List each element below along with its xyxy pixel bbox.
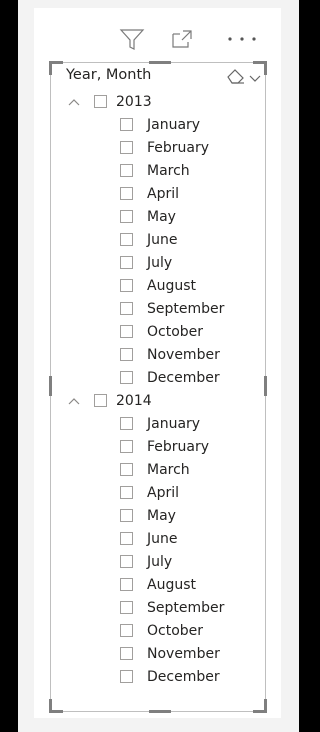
month-label: June: [147, 231, 178, 248]
month-row[interactable]: March: [62, 159, 262, 182]
month-label: April: [147, 185, 179, 202]
month-label: July: [147, 254, 173, 271]
month-label: September: [147, 599, 225, 616]
month-label: July: [147, 553, 173, 570]
slicer-header-icons: [226, 66, 264, 88]
month-label: February: [147, 139, 210, 156]
checkbox[interactable]: [120, 578, 133, 591]
checkbox[interactable]: [120, 187, 133, 200]
month-row[interactable]: November: [62, 343, 262, 366]
month-row[interactable]: June: [62, 527, 262, 550]
checkbox[interactable]: [120, 348, 133, 361]
checkbox[interactable]: [120, 302, 133, 315]
month-row[interactable]: September: [62, 596, 262, 619]
checkbox[interactable]: [120, 233, 133, 246]
month-label: May: [147, 507, 176, 524]
checkbox[interactable]: [120, 371, 133, 384]
eraser-icon[interactable]: [226, 68, 246, 88]
month-row[interactable]: August: [62, 274, 262, 297]
month-row[interactable]: April: [62, 481, 262, 504]
month-label: May: [147, 208, 176, 225]
month-row[interactable]: September: [62, 297, 262, 320]
month-label: November: [147, 645, 220, 662]
month-label: March: [147, 162, 190, 179]
checkbox[interactable]: [94, 95, 107, 108]
month-label: January: [147, 116, 201, 133]
month-label: September: [147, 300, 225, 317]
chevron-up-icon[interactable]: [64, 90, 84, 113]
month-row[interactable]: May: [62, 205, 262, 228]
month-row[interactable]: July: [62, 251, 262, 274]
month-row[interactable]: October: [62, 619, 262, 642]
resize-handle-bottom-right[interactable]: [253, 699, 267, 713]
checkbox[interactable]: [120, 118, 133, 131]
checkbox[interactable]: [120, 210, 133, 223]
checkbox[interactable]: [120, 141, 133, 154]
checkbox[interactable]: [120, 601, 133, 614]
month-row[interactable]: October: [62, 320, 262, 343]
chevron-down-icon[interactable]: [248, 70, 262, 89]
month-row[interactable]: August: [62, 573, 262, 596]
year-label: 2013: [116, 93, 152, 110]
checkbox[interactable]: [120, 325, 133, 338]
month-label: August: [147, 576, 196, 593]
resize-handle-top[interactable]: [149, 61, 171, 64]
month-label: August: [147, 277, 196, 294]
month-row[interactable]: June: [62, 228, 262, 251]
checkbox[interactable]: [120, 279, 133, 292]
month-label: December: [147, 369, 220, 386]
checkbox[interactable]: [120, 532, 133, 545]
month-row[interactable]: December: [62, 366, 262, 389]
year-row-2013[interactable]: 2013: [62, 90, 262, 113]
more-options-icon[interactable]: [222, 26, 262, 52]
month-row[interactable]: April: [62, 182, 262, 205]
resize-handle-bottom[interactable]: [149, 710, 171, 713]
month-label: January: [147, 415, 201, 432]
month-label: November: [147, 346, 220, 363]
month-label: February: [147, 438, 210, 455]
resize-handle-bottom-left[interactable]: [49, 699, 63, 713]
month-row[interactable]: July: [62, 550, 262, 573]
checkbox[interactable]: [120, 509, 133, 522]
month-row[interactable]: November: [62, 642, 262, 665]
checkbox[interactable]: [120, 256, 133, 269]
checkbox[interactable]: [120, 647, 133, 660]
month-row[interactable]: February: [62, 435, 262, 458]
year-row-2014[interactable]: 2014: [62, 389, 262, 412]
month-label: March: [147, 461, 190, 478]
month-label: December: [147, 668, 220, 685]
checkbox[interactable]: [120, 486, 133, 499]
month-row[interactable]: March: [62, 458, 262, 481]
filter-icon[interactable]: [118, 26, 146, 52]
checkbox[interactable]: [120, 417, 133, 430]
checkbox[interactable]: [120, 164, 133, 177]
checkbox[interactable]: [94, 394, 107, 407]
slicer-title: Year, Month: [66, 67, 152, 83]
resize-handle-left[interactable]: [49, 376, 52, 396]
checkbox[interactable]: [120, 555, 133, 568]
month-label: April: [147, 484, 179, 501]
year-label: 2014: [116, 392, 152, 409]
month-row[interactable]: May: [62, 504, 262, 527]
month-label: June: [147, 530, 178, 547]
checkbox[interactable]: [120, 670, 133, 683]
checkbox[interactable]: [120, 463, 133, 476]
month-row[interactable]: February: [62, 136, 262, 159]
month-label: October: [147, 323, 204, 340]
visual-header: [118, 26, 268, 52]
checkbox[interactable]: [120, 440, 133, 453]
month-row[interactable]: December: [62, 665, 262, 688]
resize-handle-top-left[interactable]: [49, 61, 63, 75]
checkbox[interactable]: [120, 624, 133, 637]
month-label: October: [147, 622, 204, 639]
slicer-tree: 2013 January February March April May Ju…: [62, 90, 262, 688]
resize-handle-right[interactable]: [264, 376, 267, 396]
chevron-up-icon[interactable]: [64, 389, 84, 412]
month-row[interactable]: January: [62, 113, 262, 136]
month-row[interactable]: January: [62, 412, 262, 435]
focus-mode-icon[interactable]: [168, 26, 196, 52]
